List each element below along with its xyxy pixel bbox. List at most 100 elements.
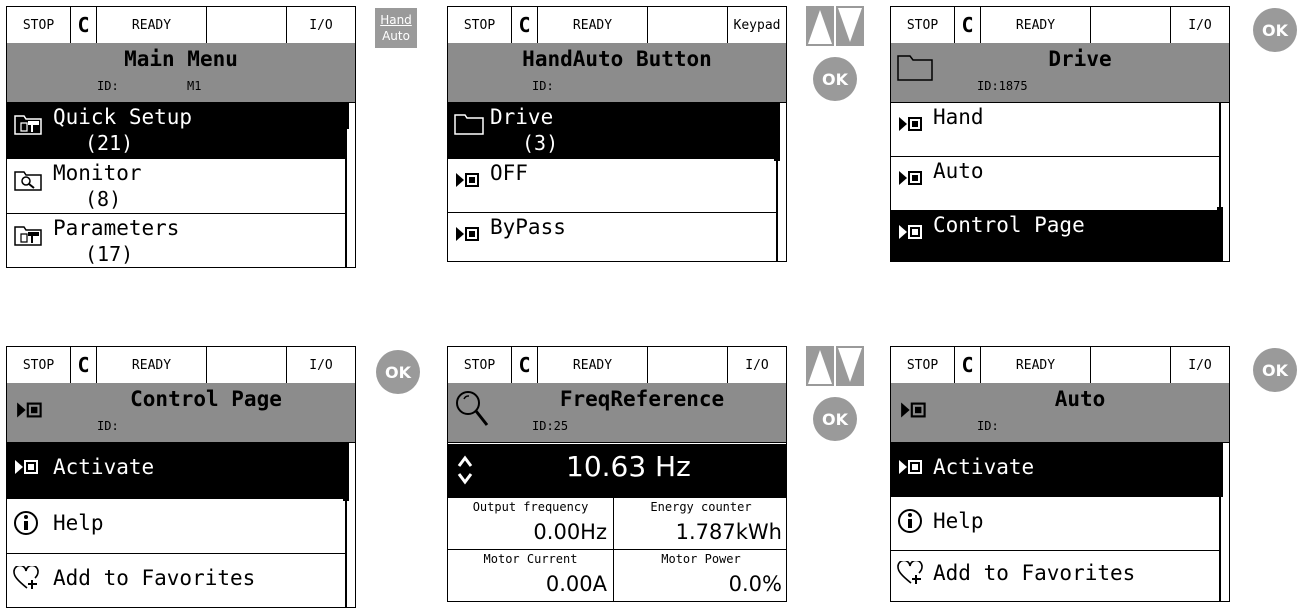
menu-item-monitor[interactable]: Monitor (8) — [7, 159, 347, 214]
page-title: HandAuto Button — [522, 47, 712, 71]
cell-motor-current: Motor Current 0.00A — [448, 550, 614, 601]
cell-value: 0.0% — [728, 572, 782, 596]
menu-item-activate[interactable]: Activate — [891, 443, 1221, 497]
status-blank — [648, 347, 728, 383]
menu-item-help[interactable]: Help — [7, 499, 347, 554]
status-stop: STOP — [7, 7, 71, 43]
ok-button[interactable]: OK — [1253, 8, 1297, 52]
menu-item-label: Activate — [53, 455, 155, 479]
scrollbar-thumb[interactable] — [1217, 443, 1223, 497]
status-control-place: I/O — [745, 357, 769, 373]
menu-item-hand[interactable]: Hand — [891, 103, 1221, 157]
status-bar: STOP C READY I/O — [891, 347, 1229, 384]
status-ready: READY — [538, 7, 648, 43]
status-ready: READY — [97, 347, 207, 383]
up-arrow-icon[interactable] — [806, 6, 834, 46]
action-icon — [15, 460, 38, 474]
menu-item-add-to-favorites[interactable]: Add to Favorites — [7, 554, 347, 607]
cell-label: Motor Current — [483, 552, 578, 566]
menu-item-label: Help — [53, 511, 104, 535]
id-label: ID: — [97, 79, 119, 93]
status-bar: STOP C READY I/O — [891, 7, 1229, 44]
screen-drive: STOP C READY I/O Drive ID:1875 Hand Auto… — [890, 6, 1230, 262]
auto-label: Auto — [382, 29, 410, 43]
heart-plus-icon — [897, 561, 923, 584]
menu-item-parameters[interactable]: Parameters (17) — [7, 214, 347, 267]
rotation-icon: C — [71, 7, 97, 43]
title-bar: Drive ID:1875 — [891, 43, 1229, 103]
status-stop: STOP — [891, 347, 955, 383]
screen-auto: STOP C READY I/O Auto ID: Activate Help … — [890, 346, 1230, 602]
ok-button[interactable]: OK — [376, 350, 420, 394]
status-stop: STOP — [448, 7, 512, 43]
down-arrow-icon[interactable] — [836, 346, 864, 386]
ok-button[interactable]: OK — [813, 57, 857, 101]
menu-item-bypass[interactable]: ByPass — [448, 213, 778, 261]
screen-handauto-button: STOP C READY Keypad HandAuto Button ID: … — [447, 6, 787, 262]
menu-item-off[interactable]: OFF — [448, 159, 778, 213]
menu-item-label: Monitor — [53, 161, 142, 185]
action-icon — [456, 173, 479, 187]
id-label: ID: — [532, 79, 554, 93]
menu-item-label: Parameters — [53, 216, 180, 240]
up-arrow-icon[interactable] — [806, 346, 834, 386]
scrollbar-thumb[interactable] — [1217, 207, 1223, 261]
status-blank — [207, 347, 287, 383]
id-label: ID:1875 — [977, 79, 1028, 93]
screen-main-menu: STOP C READY I/O Main Menu ID: M1 Quick … — [6, 6, 356, 268]
menu-item-label: ByPass — [490, 215, 566, 239]
scrollbar-thumb[interactable] — [343, 443, 349, 501]
menu-item-activate[interactable]: Activate — [7, 443, 347, 499]
cell-label: Output frequency — [472, 500, 589, 514]
menu-item-auto[interactable]: Auto — [891, 157, 1221, 211]
rotation-icon: C — [955, 347, 981, 383]
cell-energy-counter: Energy counter 1.787kWh — [614, 497, 786, 550]
ok-button[interactable]: OK — [1253, 348, 1297, 392]
status-stop: STOP — [448, 347, 512, 383]
menu-item-count: (21) — [85, 131, 134, 155]
status-bar: STOP C READY I/O — [448, 347, 786, 384]
scrollbar-thumb[interactable] — [343, 103, 349, 129]
title-bar: HandAuto Button ID: — [448, 43, 786, 103]
cell-motor-power: Motor Power 0.0% — [614, 550, 786, 601]
menu-item-quick-setup[interactable]: Quick Setup (21) — [7, 103, 347, 159]
folder-icon — [454, 114, 484, 135]
info-icon — [898, 509, 922, 533]
hand-auto-button[interactable]: Hand Auto — [375, 8, 417, 48]
rotation-icon: C — [955, 7, 981, 43]
up-down-chevron-icon[interactable] — [456, 454, 474, 486]
status-control-place: I/O — [1188, 17, 1212, 33]
menu-item-add-to-favorites[interactable]: Add to Favorites — [891, 551, 1221, 601]
folder-icon — [897, 55, 933, 81]
hand-label: Hand — [380, 13, 412, 27]
status-blank — [1091, 7, 1171, 43]
menu-item-drive[interactable]: Drive (3) — [448, 103, 778, 159]
id-value: M1 — [187, 79, 202, 93]
id-label: ID: — [977, 419, 999, 433]
status-control-place: Keypad — [733, 17, 781, 33]
rotation-icon: C — [512, 347, 538, 383]
down-arrow-icon[interactable] — [836, 6, 864, 46]
action-icon — [456, 227, 479, 241]
up-down-buttons[interactable] — [806, 6, 864, 46]
menu-item-label: Hand — [933, 105, 984, 129]
ok-button[interactable]: OK — [813, 397, 857, 441]
folder-settings-icon — [14, 226, 42, 246]
page-title: FreqReference — [559, 387, 725, 411]
status-blank — [207, 7, 287, 43]
id-label: ID:25 — [532, 419, 569, 433]
title-bar: Main Menu ID: M1 — [7, 43, 355, 103]
status-blank — [648, 7, 728, 43]
menu-item-help[interactable]: Help — [891, 497, 1221, 551]
menu-item-control-page[interactable]: Control Page — [891, 211, 1221, 261]
scrollbar-thumb[interactable] — [774, 103, 780, 161]
value-editor[interactable]: 10.63 Hz — [448, 444, 786, 497]
up-down-buttons[interactable] — [806, 346, 864, 386]
status-blank — [1091, 347, 1171, 383]
status-stop: STOP — [7, 347, 71, 383]
title-bar: Control Page ID: — [7, 383, 355, 443]
status-ready: READY — [981, 347, 1091, 383]
menu-item-label: OFF — [490, 161, 528, 185]
page-title: Drive — [1048, 47, 1112, 71]
status-control-place: I/O — [309, 357, 333, 373]
